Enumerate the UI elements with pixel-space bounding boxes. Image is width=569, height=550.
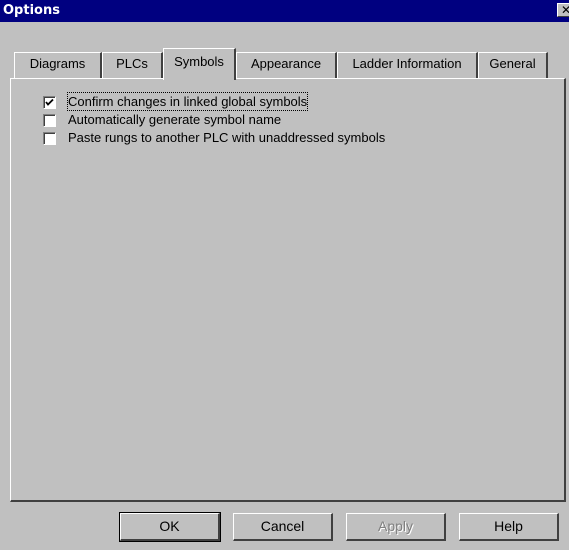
option-label: Confirm changes in linked global symbols <box>66 92 309 111</box>
apply-button[interactable]: Apply <box>346 513 446 541</box>
checkbox-auto-generate-name[interactable] <box>43 114 56 127</box>
symbols-tab-panel: Confirm changes in linked global symbols… <box>10 78 566 502</box>
options-dialog: Options ✕ Diagrams PLCs Symbols Appearan… <box>0 0 569 550</box>
ok-button[interactable]: OK <box>119 512 221 542</box>
tab-diagrams-label: Diagrams <box>29 56 86 71</box>
tab-ladder-information-label: Ladder Information <box>352 56 462 71</box>
tab-symbols-label: Symbols <box>174 54 224 69</box>
tab-plcs[interactable]: PLCs <box>102 52 163 78</box>
tab-ladder-information[interactable]: Ladder Information <box>337 52 478 78</box>
tab-appearance[interactable]: Appearance <box>236 52 337 78</box>
checkbox-confirm-linked-global[interactable] <box>43 96 56 109</box>
option-label: Paste rungs to another PLC with unaddres… <box>68 130 386 145</box>
help-button[interactable]: Help <box>459 513 559 541</box>
tab-plcs-label: PLCs <box>116 56 148 71</box>
checkbox-paste-rungs[interactable] <box>43 132 56 145</box>
title-bar: Options ✕ <box>0 0 569 22</box>
cancel-button[interactable]: Cancel <box>233 513 333 541</box>
option-label: Automatically generate symbol name <box>68 112 282 127</box>
tab-appearance-label: Appearance <box>250 56 322 71</box>
window-title: Options <box>3 3 60 18</box>
tab-symbols[interactable]: Symbols <box>163 48 236 80</box>
tab-general-label: General <box>489 56 536 71</box>
tab-general[interactable]: General <box>478 52 548 78</box>
close-icon[interactable]: ✕ <box>557 3 569 17</box>
tab-diagrams[interactable]: Diagrams <box>14 52 102 78</box>
checkmark-icon <box>45 98 54 106</box>
